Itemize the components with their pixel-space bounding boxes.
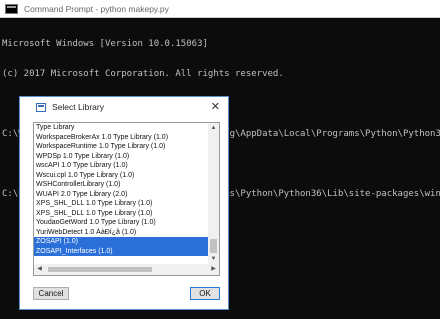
- list-item[interactable]: wscAPI 1.0 Type Library (1.0): [34, 161, 209, 171]
- console-line: (c) 2017 Microsoft Corporation. All righ…: [2, 69, 284, 79]
- console-window-title: Command Prompt - python makepy.py: [24, 3, 169, 14]
- scroll-up-icon[interactable]: ▲: [208, 123, 219, 134]
- list-item[interactable]: XPS_SHL_DLL 1.0 Type Library (1.0): [34, 209, 209, 219]
- ok-button[interactable]: OK: [190, 287, 220, 300]
- list-item[interactable]: WorkspaceBrokerAx 1.0 Type Library (1.0): [34, 133, 209, 143]
- list-item[interactable]: WorkspaceRuntime 1.0 Type Library (1.0): [34, 142, 209, 152]
- scroll-left-icon[interactable]: ◀: [34, 264, 45, 275]
- list-item[interactable]: WPDSp 1.0 Type Library (1.0): [34, 152, 209, 162]
- console-line: Microsoft Windows [Version 10.0.15063]: [2, 39, 208, 49]
- list-item[interactable]: XPS_SHL_DLL 1.0 Type Library (1.0): [34, 199, 209, 209]
- list-item-selected[interactable]: ZOSAPI (1.0): [34, 237, 209, 247]
- vertical-scroll-thumb[interactable]: [210, 239, 217, 253]
- scroll-right-icon[interactable]: ▶: [208, 264, 219, 275]
- list-item-selected[interactable]: ZOSAPI_Interfaces (1.0): [34, 246, 209, 256]
- list-item[interactable]: YuriWebDetect 1.0 ÀàĐí¿â (1.0): [34, 228, 209, 238]
- dialog-title: Select Library: [52, 102, 104, 112]
- command-prompt-icon: [5, 3, 18, 14]
- library-list[interactable]: Type Library WorkspaceBrokerAx 1.0 Type …: [33, 122, 220, 276]
- list-item[interactable]: WSHControllerLibrary (1.0): [34, 180, 209, 190]
- select-library-dialog: Select Library ✕ Type Library WorkspaceB…: [19, 96, 229, 310]
- window-icon: [36, 102, 46, 112]
- list-item[interactable]: WUAPI 2.0 Type Library (2.0): [34, 190, 209, 200]
- list-item[interactable]: YoudaoGetWord 1.0 Type Library (1.0): [34, 218, 209, 228]
- cancel-button[interactable]: Cancel: [33, 287, 69, 300]
- horizontal-scrollbar[interactable]: ◀ ▶: [34, 264, 219, 275]
- dialog-title-bar[interactable]: Select Library: [20, 97, 228, 117]
- list-item[interactable]: Wscui.cpl 1.0 Type Library (1.0): [34, 171, 209, 181]
- list-header: Type Library: [36, 124, 75, 131]
- library-list-items: Type Library WorkspaceBrokerAx 1.0 Type …: [34, 123, 209, 256]
- console-title-bar[interactable]: Command Prompt - python makepy.py: [0, 0, 440, 18]
- horizontal-scroll-thumb[interactable]: [48, 267, 152, 272]
- close-icon[interactable]: ✕: [211, 101, 220, 113]
- vertical-scrollbar[interactable]: ▲ ▼: [208, 123, 219, 265]
